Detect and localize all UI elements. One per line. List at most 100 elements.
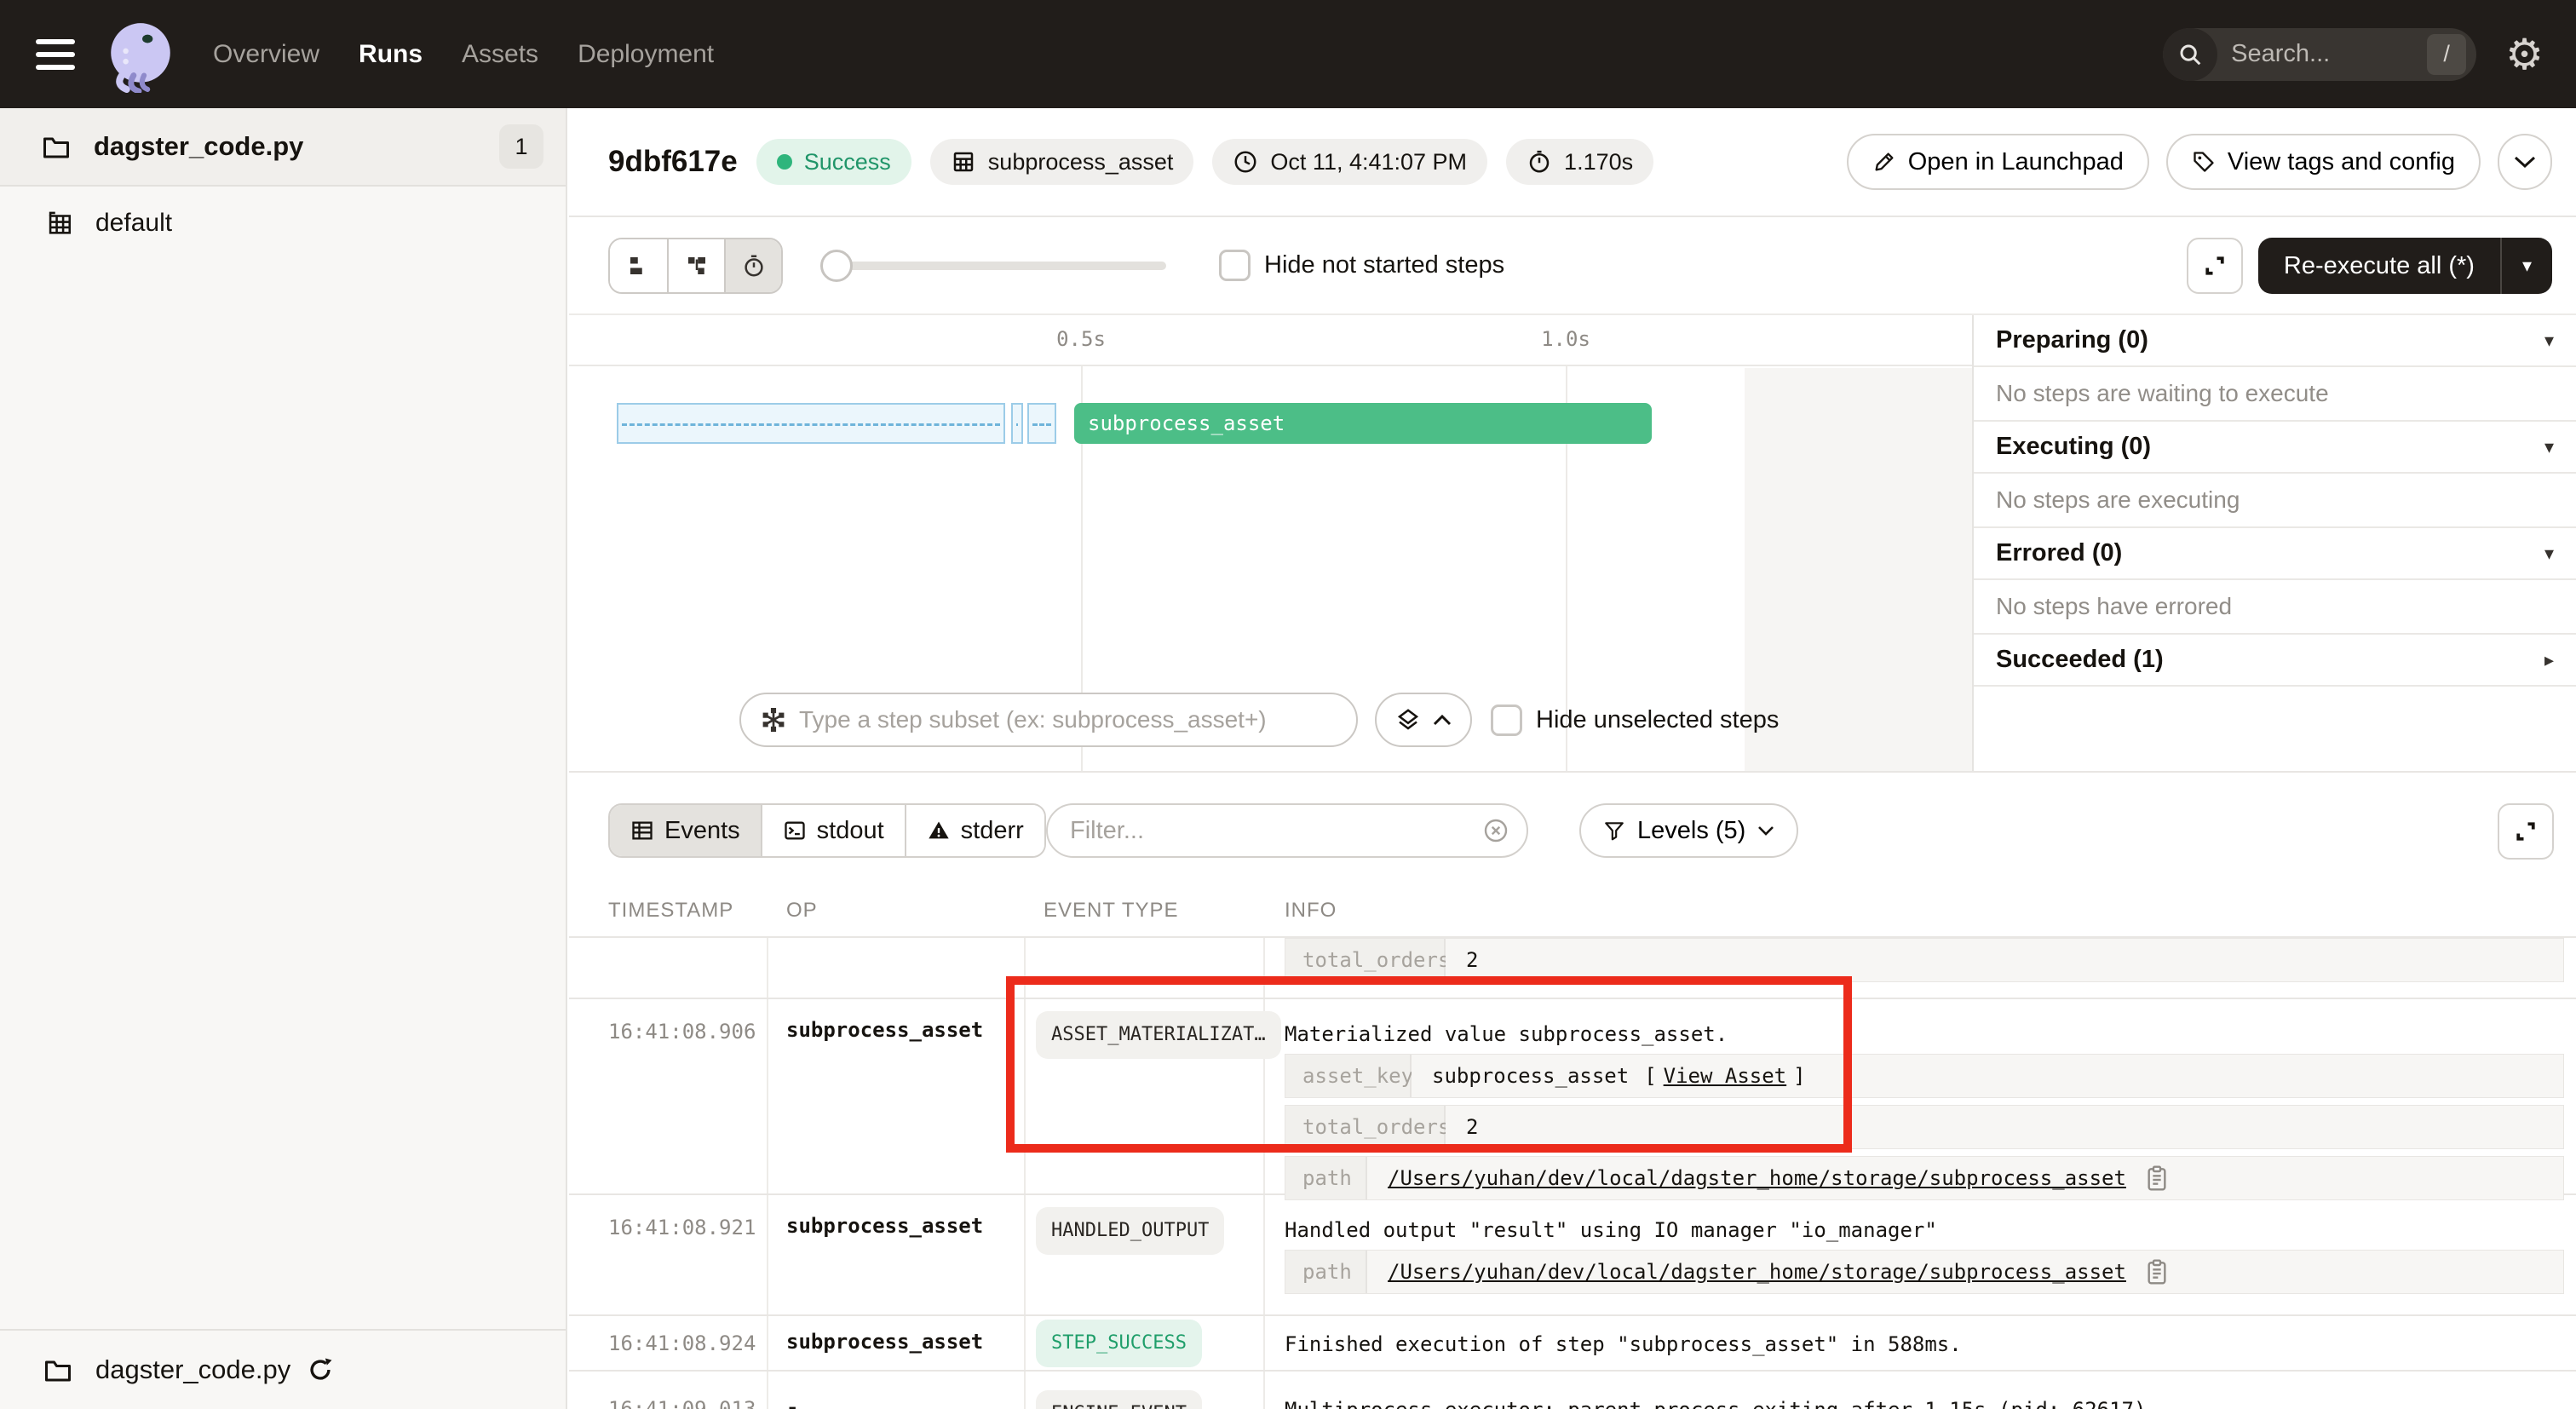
nav-runs[interactable]: Runs xyxy=(359,40,423,69)
reexecute-all-button[interactable]: Re-execute all (*) ▾ xyxy=(2258,238,2552,294)
log-row-partial[interactable]: total_orders 2 xyxy=(569,938,2576,999)
tab-events[interactable]: Events xyxy=(610,805,761,856)
slider-track[interactable] xyxy=(820,262,1166,270)
sidebar-repo-header[interactable]: dagster_code.py 1 xyxy=(0,108,566,187)
view-mode-flat-button[interactable] xyxy=(610,239,667,292)
levels-dropdown[interactable]: Levels (5) xyxy=(1579,803,1798,858)
view-mode-timed-button[interactable] xyxy=(724,239,781,292)
nav-assets[interactable]: Assets xyxy=(462,40,538,69)
hide-unselected-checkbox[interactable] xyxy=(1491,704,1522,736)
event-type-pill: ENGINE_EVENT xyxy=(1036,1390,1202,1409)
run-header: 9dbf617e Success subprocess_asset Oct 11… xyxy=(569,108,2576,217)
sidebar-item-default[interactable]: default xyxy=(0,187,566,260)
hamburger-menu-icon[interactable] xyxy=(36,32,75,78)
empty-state-text: No steps have errored xyxy=(1974,580,2576,635)
log-filter-input[interactable] xyxy=(1070,817,1482,845)
nav-overview[interactable]: Overview xyxy=(213,40,319,69)
gantt-step-bar[interactable]: subprocess_asset xyxy=(1074,403,1652,444)
global-search[interactable]: / xyxy=(2163,28,2476,81)
metadata-table: total_orders 2 xyxy=(1285,938,2564,982)
gear-icon[interactable]: ⚙ xyxy=(2505,33,2544,76)
section-succeeded[interactable]: Succeeded (1) ▸ xyxy=(1974,635,2576,687)
search-input[interactable] xyxy=(2217,40,2427,68)
copy-icon[interactable] xyxy=(2145,1165,2169,1192)
left-sidebar: dagster_code.py 1 default dagster_code.p… xyxy=(0,108,567,1409)
caret-down-icon: ▾ xyxy=(2544,543,2554,565)
hide-not-started-checkbox[interactable] xyxy=(1219,250,1251,281)
dagster-logo-icon[interactable] xyxy=(102,16,179,93)
dagster-run-page: Overview Runs Assets Deployment / ⚙ xyxy=(0,0,2576,1409)
col-op: OP xyxy=(786,899,818,923)
metadata-table: path /Users/yuhan/dev/local/dagster_home… xyxy=(1285,1250,2564,1294)
expand-icon xyxy=(2202,253,2228,279)
gantt-view-mode-segmented xyxy=(608,238,783,294)
nav-links: Overview Runs Assets Deployment xyxy=(213,40,714,69)
step-subset-row: Hide unselected steps xyxy=(569,693,1972,747)
gantt-waiting-segment xyxy=(617,403,1005,444)
warning-icon xyxy=(927,819,951,843)
logs-fullscreen-button[interactable] xyxy=(2498,803,2554,860)
step-subset-field[interactable] xyxy=(739,693,1358,747)
log-op: subprocess_asset xyxy=(786,1214,983,1238)
gantt-zoom-slider[interactable] xyxy=(820,238,1166,294)
view-asset-link[interactable]: View Asset xyxy=(1664,1055,1787,1097)
sidebar-item-label: default xyxy=(95,209,172,238)
col-info: INFO xyxy=(1285,899,1337,923)
gantt-toolbar: Hide not started steps Re-execute all (*… xyxy=(569,217,2576,315)
metadata-table: asset_key subprocess_asset [View Asset] xyxy=(1285,1054,2564,1098)
log-message: Materialized value subprocess_asset. xyxy=(1285,999,2564,1047)
caret-right-icon: ▸ xyxy=(2544,649,2554,671)
search-icon xyxy=(2163,28,2217,81)
gantt-waiting-segment xyxy=(1027,403,1056,444)
event-type-pill: HANDLED_OUTPUT xyxy=(1036,1207,1224,1255)
log-message: Finished execution of step "subprocess_a… xyxy=(1285,1316,2564,1357)
axis-tick: 0.5s xyxy=(1056,327,1106,351)
log-row-engine-event[interactable]: 16:41:09.013 - ENGINE_EVENT Multiprocess… xyxy=(569,1372,2576,1409)
run-actions-chevron-button[interactable] xyxy=(2498,134,2552,190)
tab-stderr[interactable]: stderr xyxy=(905,805,1044,856)
log-table-header: TIMESTAMP OP EVENT TYPE INFO xyxy=(569,883,2576,938)
log-view-tabs: Events stdout stderr xyxy=(608,803,1046,858)
pipeline-tag[interactable]: subprocess_asset xyxy=(930,139,1194,185)
chevron-up-icon xyxy=(1433,714,1452,726)
nav-deployment[interactable]: Deployment xyxy=(578,40,714,69)
repo-name: dagster_code.py xyxy=(94,131,303,162)
expand-icon xyxy=(2513,819,2539,844)
search-shortcut-badge: / xyxy=(2427,34,2466,75)
section-errored[interactable]: Errored (0) ▾ xyxy=(1974,528,2576,580)
op-selector-icon xyxy=(760,706,787,733)
graph-query-toggle-button[interactable] xyxy=(1375,693,1472,747)
gantt-waiting-segment xyxy=(1011,403,1023,444)
start-time-tag: Oct 11, 4:41:07 PM xyxy=(1212,139,1487,185)
path-link[interactable]: /Users/yuhan/dev/local/dagster_home/stor… xyxy=(1388,1251,2126,1293)
section-executing[interactable]: Executing (0) ▾ xyxy=(1974,422,2576,474)
log-filter-field[interactable] xyxy=(1046,803,1528,858)
tab-stdout[interactable]: stdout xyxy=(761,805,905,856)
layers-icon xyxy=(1395,707,1421,733)
log-row-handled-output[interactable]: 16:41:08.921 subprocess_asset HANDLED_OU… xyxy=(569,1195,2576,1316)
copy-icon[interactable] xyxy=(2145,1258,2169,1285)
table-icon xyxy=(630,819,654,843)
log-row-asset-materialization[interactable]: 16:41:08.906 subprocess_asset ASSET_MATE… xyxy=(569,999,2576,1195)
duration-tag: 1.170s xyxy=(1506,139,1653,185)
log-timestamp: 16:41:09.013 xyxy=(608,1397,756,1409)
event-type-pill: STEP_SUCCESS xyxy=(1036,1320,1202,1367)
step-subset-input[interactable] xyxy=(799,706,1339,733)
view-tags-config-button[interactable]: View tags and config xyxy=(2166,134,2481,190)
clock-icon xyxy=(1233,149,1258,175)
refresh-icon[interactable] xyxy=(306,1355,335,1384)
log-row-step-success[interactable]: 16:41:08.924 subprocess_asset STEP_SUCCE… xyxy=(569,1316,2576,1372)
reexecute-dropdown-caret[interactable]: ▾ xyxy=(2502,255,2552,277)
open-in-launchpad-button[interactable]: Open in Launchpad xyxy=(1847,134,2149,190)
repo-count-badge: 1 xyxy=(499,124,543,169)
path-link[interactable]: /Users/yuhan/dev/local/dagster_home/stor… xyxy=(1388,1157,2126,1199)
section-preparing[interactable]: Preparing (0) ▾ xyxy=(1974,315,2576,367)
run-logs-panel: Events stdout stderr xyxy=(569,771,2576,1409)
funnel-icon xyxy=(1603,820,1625,842)
clear-filter-icon[interactable] xyxy=(1482,817,1509,844)
log-timestamp: 16:41:08.924 xyxy=(608,1331,756,1355)
view-mode-waterfall-button[interactable] xyxy=(667,239,724,292)
slider-handle[interactable] xyxy=(820,250,853,282)
gantt-fullscreen-button[interactable] xyxy=(2187,238,2243,294)
col-timestamp: TIMESTAMP xyxy=(608,899,733,923)
